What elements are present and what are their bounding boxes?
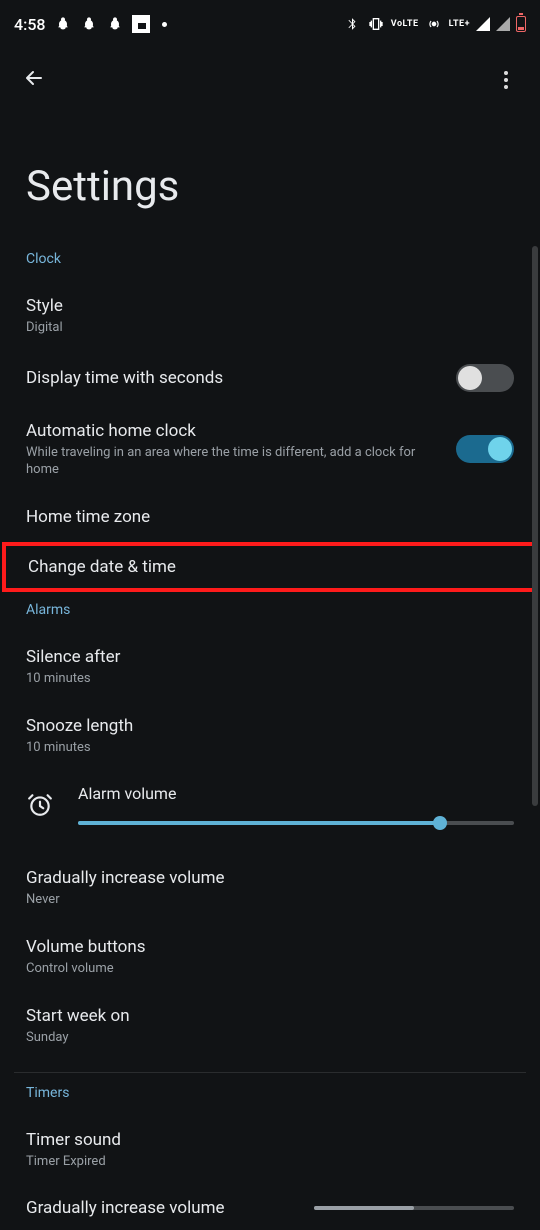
setting-title: Gradually increase volume xyxy=(26,1198,225,1218)
setting-value: Sunday xyxy=(26,1029,514,1046)
lte-indicator: LTE+ xyxy=(449,20,470,29)
setting-title: Change date & time xyxy=(28,556,512,578)
scrollbar[interactable] xyxy=(532,246,538,806)
setting-title: Volume buttons xyxy=(26,936,514,958)
slider-fill xyxy=(314,1206,414,1210)
display-seconds-switch[interactable] xyxy=(456,364,514,392)
section-header-alarms: Alarms xyxy=(0,602,540,632)
setting-volume-buttons[interactable]: Volume buttons Control volume xyxy=(0,922,540,991)
setting-title: Start week on xyxy=(26,1005,514,1027)
timer-grad-volume-slider[interactable] xyxy=(314,1206,514,1210)
signal-icon-2 xyxy=(496,17,510,31)
slider-thumb[interactable] xyxy=(433,816,447,830)
section-header-timers: Timers xyxy=(0,1085,540,1115)
setting-timer-sound[interactable]: Timer sound Timer Expired xyxy=(0,1115,540,1184)
slider-fill xyxy=(78,821,440,825)
setting-change-date-time[interactable]: Change date & time xyxy=(2,542,538,592)
pip-icon xyxy=(132,15,150,33)
bluetooth-icon xyxy=(343,15,361,33)
status-time: 4:58 xyxy=(14,15,46,34)
volte-indicator: VoLTE xyxy=(391,20,419,29)
notification-icon-2 xyxy=(80,15,98,33)
setting-value: Digital xyxy=(26,319,514,336)
divider xyxy=(14,1072,526,1073)
setting-title: Style xyxy=(26,295,514,317)
setting-display-seconds[interactable]: Display time with seconds xyxy=(0,350,540,406)
setting-title: Timer sound xyxy=(26,1129,514,1151)
setting-title: Silence after xyxy=(26,646,514,668)
alarm-volume-slider[interactable] xyxy=(78,821,514,825)
setting-title: Display time with seconds xyxy=(26,367,436,389)
setting-title: Gradually increase volume xyxy=(26,867,514,889)
setting-style[interactable]: Style Digital xyxy=(0,281,540,350)
setting-value: Never xyxy=(26,891,514,908)
alarm-clock-icon xyxy=(26,791,54,819)
setting-title: Automatic home clock xyxy=(26,420,436,442)
setting-gradually-increase-volume[interactable]: Gradually increase volume Never xyxy=(0,853,540,922)
setting-silence-after[interactable]: Silence after 10 minutes xyxy=(0,632,540,701)
setting-value: 10 minutes xyxy=(26,670,514,687)
page-title: Settings xyxy=(0,112,540,251)
setting-value: Control volume xyxy=(26,960,514,977)
app-toolbar xyxy=(0,48,540,112)
notification-icon-1 xyxy=(54,15,72,33)
more-options-button[interactable] xyxy=(494,61,518,99)
hotspot-icon xyxy=(425,15,443,33)
setting-title: Home time zone xyxy=(26,506,514,528)
section-header-clock: Clock xyxy=(0,251,540,281)
auto-home-clock-switch[interactable] xyxy=(456,435,514,463)
setting-start-week-on[interactable]: Start week on Sunday xyxy=(0,991,540,1060)
notification-icon-3 xyxy=(106,15,124,33)
setting-value: 10 minutes xyxy=(26,739,514,756)
vibrate-icon xyxy=(367,15,385,33)
setting-title: Snooze length xyxy=(26,715,514,737)
setting-alarm-volume: Alarm volume xyxy=(0,770,540,853)
setting-value: Timer Expired xyxy=(26,1153,514,1170)
signal-icon xyxy=(476,17,490,31)
battery-icon xyxy=(516,16,526,32)
setting-auto-home-clock[interactable]: Automatic home clock While traveling in … xyxy=(0,406,540,492)
setting-description: While traveling in an area where the tim… xyxy=(26,444,436,478)
setting-home-time-zone[interactable]: Home time zone xyxy=(0,492,540,542)
status-bar: 4:58 VoLTE LTE+ xyxy=(0,0,540,48)
setting-timer-grad-volume[interactable]: Gradually increase volume xyxy=(0,1184,540,1218)
setting-snooze-length[interactable]: Snooze length 10 minutes xyxy=(0,701,540,770)
alarm-volume-label: Alarm volume xyxy=(78,784,514,803)
more-notifications-dot xyxy=(162,22,167,27)
back-button[interactable] xyxy=(22,66,46,94)
